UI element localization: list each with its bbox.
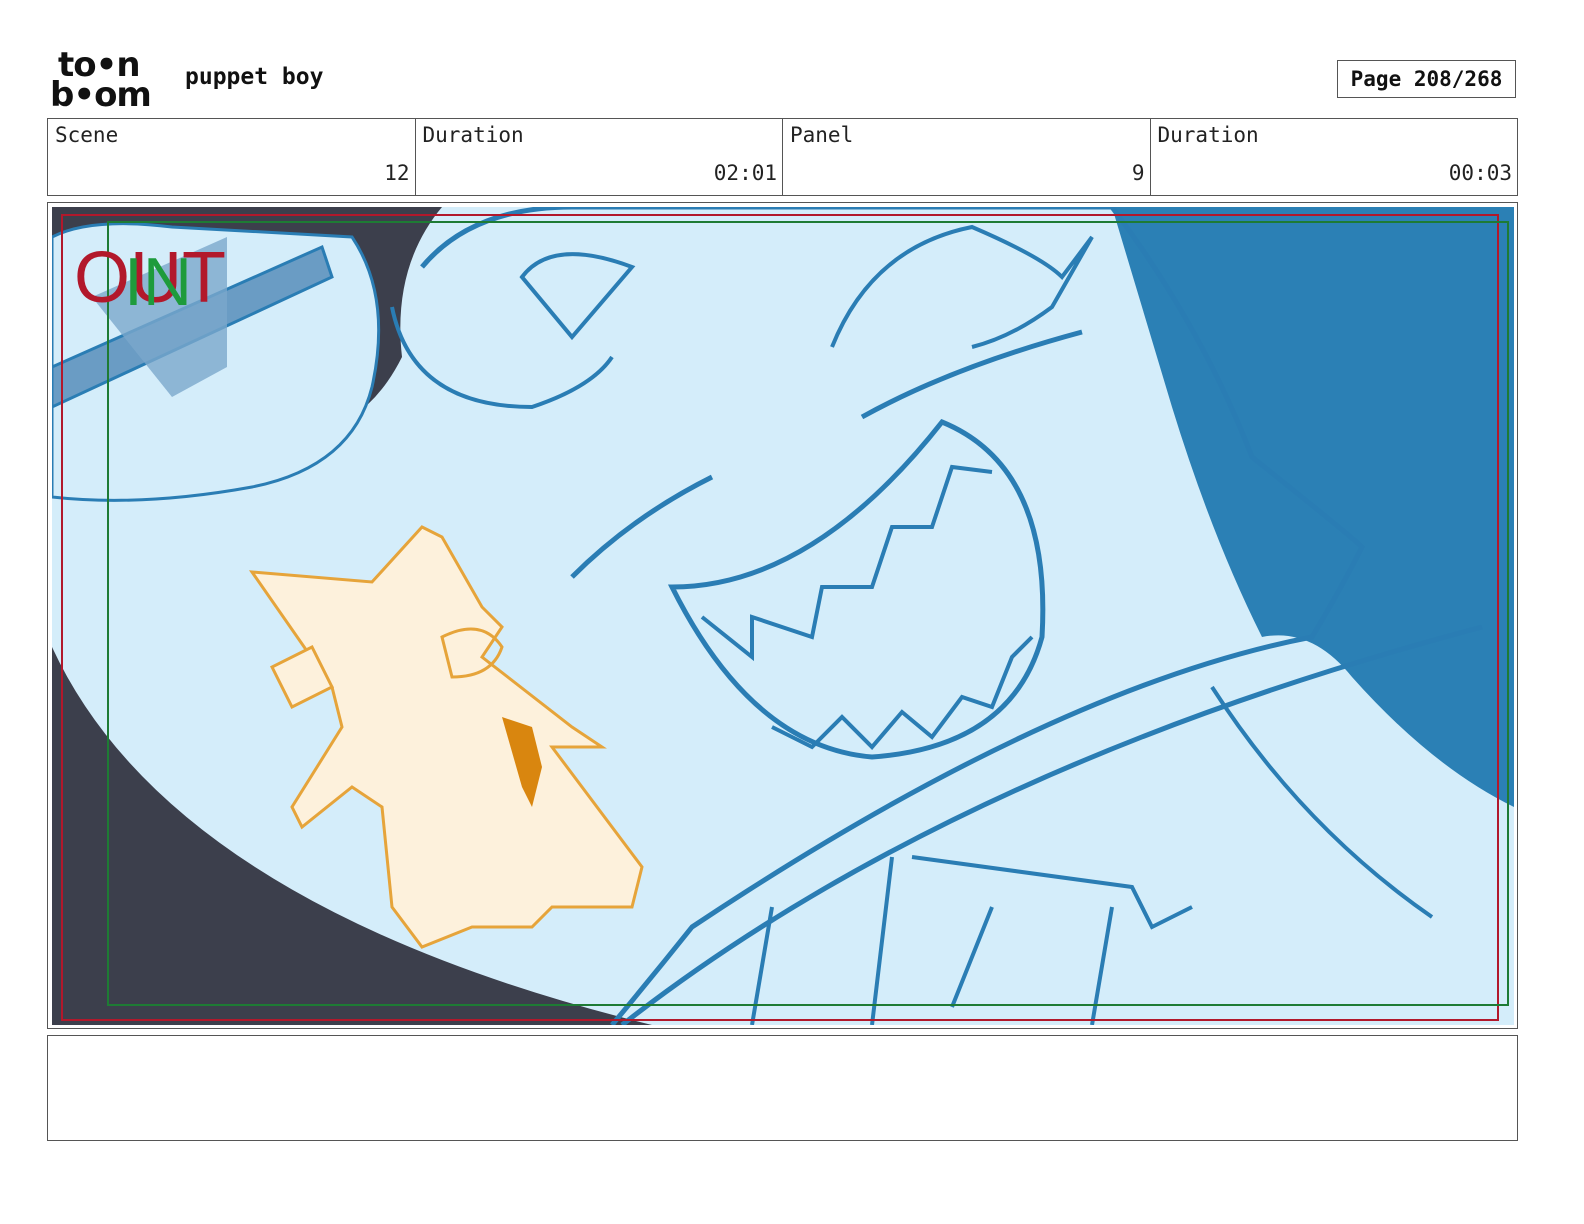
panel-info-row: Scene 12 Duration 02:01 Panel 9 Duration…: [47, 118, 1518, 196]
scene-cell: Scene 12: [48, 119, 416, 195]
panel-cell: Panel 9: [783, 119, 1151, 195]
scene-duration-label: Duration: [422, 123, 524, 147]
camera-in-label: IN: [124, 244, 192, 320]
panel-drawing: OUT IN: [52, 207, 1514, 1025]
panel-value: 9: [1131, 161, 1145, 185]
scene-label: Scene: [55, 123, 119, 147]
storyboard-panel[interactable]: OUT IN: [47, 202, 1518, 1029]
toonboom-logo: to•n b•om: [50, 48, 165, 115]
page-indicator: Page 208/268: [1337, 60, 1516, 98]
scene-value: 12: [384, 161, 410, 185]
scene-duration-cell: Duration 02:01: [416, 119, 783, 195]
logo-line-2: b•om: [50, 75, 152, 115]
panel-duration-value: 00:03: [1448, 161, 1512, 185]
panel-duration-cell: Duration 00:03: [1151, 119, 1518, 195]
scene-duration-value: 02:01: [713, 161, 777, 185]
panel-duration-label: Duration: [1157, 123, 1259, 147]
panel-notes[interactable]: [47, 1035, 1518, 1141]
panel-label: Panel: [790, 123, 854, 147]
project-title: puppet boy: [185, 64, 324, 90]
